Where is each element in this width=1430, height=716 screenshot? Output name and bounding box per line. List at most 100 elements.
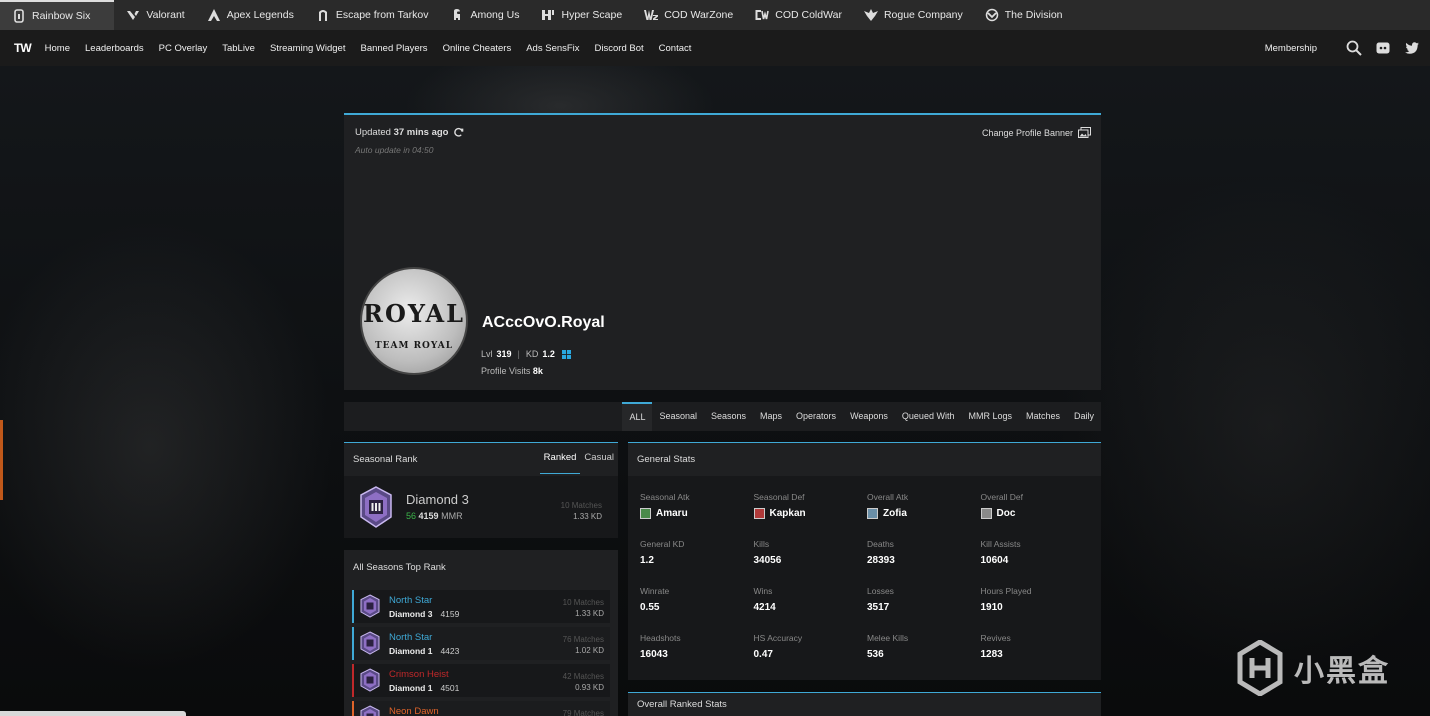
nav-banned-players[interactable]: Banned Players <box>360 43 427 54</box>
nav-streaming-widget[interactable]: Streaming Widget <box>270 43 346 54</box>
game-tab-label: COD ColdWar <box>775 9 842 21</box>
nav-membership[interactable]: Membership <box>1265 43 1317 54</box>
kd-value: 1.2 <box>542 349 555 359</box>
tab-ranked[interactable]: Ranked <box>539 442 581 474</box>
season-name: North Star <box>389 595 433 606</box>
stat-label: Seasonal Def <box>753 492 805 502</box>
stat-cell: Seasonal Atk Amaru <box>640 492 750 519</box>
meta-divider: | <box>517 349 520 359</box>
nav-home[interactable]: Home <box>45 43 70 54</box>
season-mmr: 4501 <box>440 683 460 693</box>
season-row[interactable]: Crimson Heist Diamond 1 4501 42 Matches 0.93… <box>352 664 610 697</box>
site-logo[interactable]: TW <box>14 41 32 55</box>
game-tab-label: Rainbow Six <box>32 10 91 22</box>
profile-header: Updated 37 mins ago Auto update in 04:50… <box>344 113 1101 390</box>
player-meta: Lvl 319 | KD 1.2 <box>481 349 571 359</box>
stat-cell: Kills 34056 <box>754 539 864 566</box>
season-row[interactable]: North Star Diamond 3 4159 10 Matches 1.33 KD <box>352 590 610 623</box>
season-mmr: 4159 <box>440 609 460 619</box>
season-summary: 42 Matches 0.93 KD <box>563 671 604 693</box>
discord-icon[interactable] <box>1375 40 1391 56</box>
auto-update-countdown: Auto update in 04:50 <box>355 145 434 155</box>
season-name: North Star <box>389 632 433 643</box>
season-row[interactable]: North Star Diamond 1 4423 76 Matches 1.02 KD <box>352 627 610 660</box>
change-banner-label: Change Profile Banner <box>981 127 1073 138</box>
game-tab-bar: Rainbow Six Valorant Apex Legends Escape… <box>0 0 1430 30</box>
diamond-rank-icon <box>360 594 380 618</box>
current-rank: Diamond 3 <box>406 492 469 507</box>
search-icon[interactable] <box>1346 40 1362 56</box>
stat-value: 0.55 <box>640 602 660 613</box>
game-tab-rogue-company[interactable]: Rogue Company <box>852 0 973 30</box>
season-rank: Diamond 1 <box>389 683 433 693</box>
game-tab-label: Among Us <box>470 9 520 21</box>
stat-label: Wins <box>753 586 773 596</box>
season-matches: 76 Matches <box>562 635 604 644</box>
nav-pc-overlay[interactable]: PC Overlay <box>159 43 208 54</box>
overall-ranked-panel: Overall Ranked Stats <box>628 692 1101 716</box>
tab-operators[interactable]: Operators <box>789 402 843 431</box>
tab-daily[interactable]: Daily <box>1067 402 1101 431</box>
game-tab-apex[interactable]: Apex Legends <box>195 0 304 30</box>
stat-value: 1283 <box>980 649 1003 660</box>
stat-label: Headshots <box>640 633 681 643</box>
season-rank-detail: Diamond 1 4501 <box>389 683 459 693</box>
game-tab-rainbow-six[interactable]: Rainbow Six <box>0 0 115 30</box>
game-tab-valorant[interactable]: Valorant <box>114 0 194 30</box>
mmr-label: MMR <box>441 511 463 521</box>
level-value: 319 <box>496 349 512 359</box>
zofia-icon <box>867 508 878 519</box>
stat-label: HS Accuracy <box>753 633 803 643</box>
tab-seasons[interactable]: Seasons <box>704 402 753 431</box>
nav-discord-bot[interactable]: Discord Bot <box>595 43 644 54</box>
season-rank: Diamond 3 <box>389 609 433 619</box>
image-icon <box>1078 127 1091 138</box>
nav-contact[interactable]: Contact <box>659 43 692 54</box>
all-seasons-title: All Seasons Top Rank <box>353 561 446 573</box>
mmr-delta: 56 <box>406 511 417 521</box>
nav-ads-sensfix[interactable]: Ads SensFix <box>526 43 579 54</box>
game-tab-coldwar[interactable]: COD ColdWar <box>743 0 852 30</box>
warzone-icon <box>644 8 659 22</box>
game-tab-warzone[interactable]: COD WarZone <box>632 0 743 30</box>
stat-label: Winrate <box>640 586 670 596</box>
tab-seasonal[interactable]: Seasonal <box>652 402 704 431</box>
tab-weapons[interactable]: Weapons <box>843 402 895 431</box>
avatar[interactable]: ROYAL TEAM ROYAL <box>360 267 468 375</box>
season-summary: 10 Matches 1.33 KD <box>563 597 604 619</box>
stat-cell: Deaths 28393 <box>867 539 977 566</box>
stat-label: Hours Played <box>980 586 1032 596</box>
change-banner-button[interactable]: Change Profile Banner <box>982 127 1091 138</box>
tab-maps[interactable]: Maps <box>753 402 789 431</box>
avatar-team-text: TEAM ROYAL <box>374 341 454 351</box>
tab-queued-with[interactable]: Queued With <box>895 402 962 431</box>
tab-mmr-logs[interactable]: MMR Logs <box>961 402 1019 431</box>
twitter-icon[interactable] <box>1404 40 1420 56</box>
nav-online-cheaters[interactable]: Online Cheaters <box>443 43 512 54</box>
season-name: Neon Dawn <box>389 706 439 716</box>
visits-value: 8k <box>532 366 543 376</box>
hyper-scape-icon <box>541 8 555 22</box>
season-row[interactable]: Neon Dawn 79 Matches <box>352 701 610 716</box>
game-tab-the-division[interactable]: The Division <box>973 0 1073 30</box>
stat-value: 16043 <box>640 649 668 660</box>
valorant-icon <box>126 8 140 22</box>
stat-value: 1.2 <box>640 555 654 566</box>
updated-value: 37 mins ago <box>393 127 449 138</box>
overall-ranked-title: Overall Ranked Stats <box>628 692 1101 716</box>
refresh-icon[interactable] <box>453 127 464 138</box>
seasonal-rank-panel: Seasonal Rank Ranked Casual Diamond 3 56… <box>344 442 618 538</box>
mmr-value: 4159 <box>418 511 439 521</box>
tab-casual[interactable]: Casual <box>580 442 618 474</box>
game-tab-among-us[interactable]: Among Us <box>438 0 529 30</box>
game-tab-tarkov[interactable]: Escape from Tarkov <box>304 0 439 30</box>
game-tab-label: COD WarZone <box>664 9 734 21</box>
season-matches: 79 Matches <box>562 709 604 716</box>
game-tab-hyper-scape[interactable]: Hyper Scape <box>529 0 632 30</box>
nav-tablive[interactable]: TabLive <box>222 43 255 54</box>
stat-cell: Revives 1283 <box>981 633 1091 660</box>
tab-all[interactable]: ALL <box>622 402 653 431</box>
tab-matches[interactable]: Matches <box>1019 402 1067 431</box>
nav-leaderboards[interactable]: Leaderboards <box>85 43 144 54</box>
nav-right-group: Membership <box>1265 30 1420 66</box>
